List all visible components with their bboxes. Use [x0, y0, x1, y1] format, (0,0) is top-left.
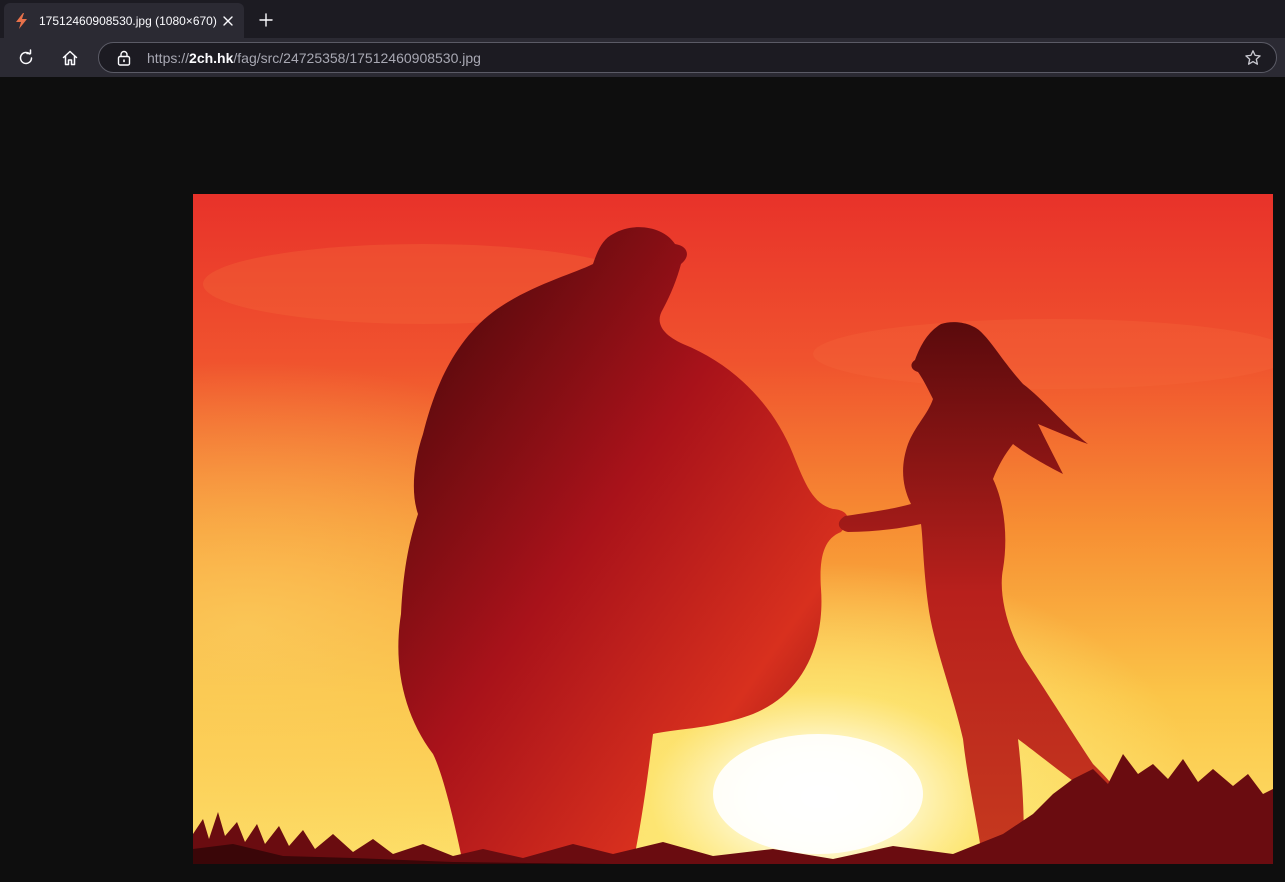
- home-icon: [62, 50, 78, 66]
- new-tab-button[interactable]: [254, 8, 278, 32]
- displayed-image[interactable]: [193, 194, 1273, 864]
- bookmark-star-icon[interactable]: [1244, 49, 1262, 67]
- reload-icon: [19, 49, 33, 65]
- url-path: /fag/src/24725358/17512460908530.jpg: [233, 50, 481, 66]
- url-host: 2ch.hk: [189, 50, 234, 66]
- reload-button[interactable]: [12, 44, 40, 72]
- nav-bar: https://2ch.hk/fag/src/24725358/17512460…: [0, 38, 1285, 77]
- tab-strip: 17512460908530.jpg (1080×670): [0, 0, 1285, 38]
- tab-title: 17512460908530.jpg (1080×670): [39, 13, 217, 28]
- close-tab-icon[interactable]: [220, 13, 236, 29]
- lock-icon[interactable]: [115, 49, 133, 67]
- home-button[interactable]: [56, 44, 84, 72]
- url-text[interactable]: https://2ch.hk/fag/src/24725358/17512460…: [147, 50, 481, 66]
- address-bar[interactable]: https://2ch.hk/fag/src/24725358/17512460…: [98, 42, 1277, 73]
- tab-active[interactable]: 17512460908530.jpg (1080×670): [4, 3, 244, 38]
- sunset-silhouette-image: [193, 194, 1273, 864]
- page-viewport: [0, 77, 1285, 882]
- plus-icon: [259, 13, 273, 27]
- bolt-icon: [14, 12, 30, 29]
- url-prefix: https://: [147, 50, 190, 66]
